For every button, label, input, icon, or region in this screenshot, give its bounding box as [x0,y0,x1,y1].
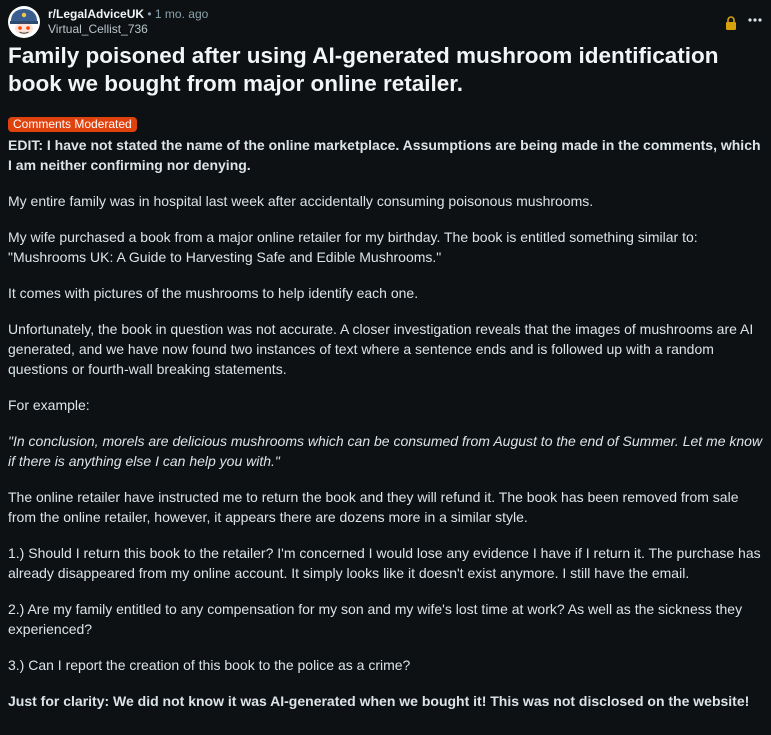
post-title[interactable]: Family poisoned after using AI-generated… [8,42,763,98]
body-paragraph: For example: [8,397,90,413]
subreddit-avatar-icon[interactable] [8,6,40,38]
post-time: 1 mo. ago [154,7,209,21]
body-paragraph: Unfortunately, the book in question was … [8,321,754,377]
lock-icon [725,16,737,30]
body-paragraph: My entire family was in hospital last we… [8,193,594,209]
post-meta: r/LegalAdviceUK • 1 mo. ago Virtual_Cell… [48,7,208,37]
question-paragraph: 2.) Are my family entitled to any compen… [8,601,743,637]
body-paragraph: My wife purchased a book from a major on… [8,229,698,265]
question-paragraph: 1.) Should I return this book to the ret… [8,545,761,581]
post-flair[interactable]: Comments Moderated [8,117,137,132]
more-options-icon[interactable] [747,12,763,32]
post-header: r/LegalAdviceUK • 1 mo. ago Virtual_Cell… [8,4,763,38]
post-body: EDIT: I have not stated the name of the … [8,135,764,711]
body-paragraph: It comes with pictures of the mushrooms … [8,285,419,301]
clarity-paragraph: Just for clarity: We did not know it was… [8,693,750,709]
edit-paragraph: EDIT: I have not stated the name of the … [8,137,761,173]
quote-paragraph: "In conclusion, morels are delicious mus… [8,433,763,469]
subreddit-name[interactable]: r/LegalAdviceUK [48,7,144,21]
meta-separator: • [147,7,152,21]
body-paragraph: The online retailer have instructed me t… [8,489,739,525]
author-username[interactable]: Virtual_Cellist_736 [48,22,208,37]
question-paragraph: 3.) Can I report the creation of this bo… [8,657,411,673]
subreddit-line: r/LegalAdviceUK • 1 mo. ago [48,7,208,22]
